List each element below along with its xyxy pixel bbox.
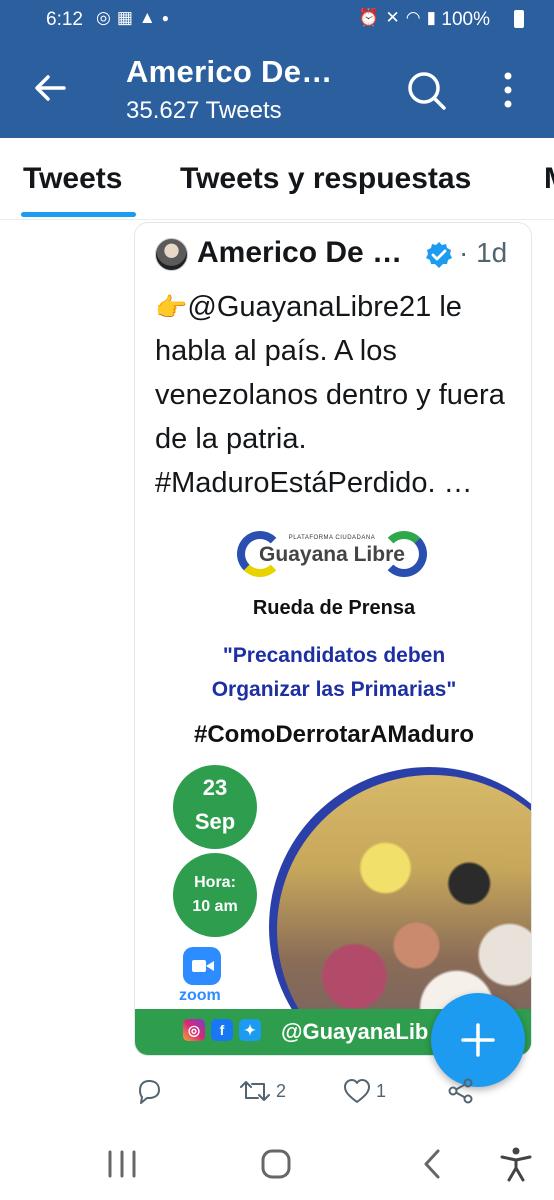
- zoom-icon: [183, 947, 221, 985]
- battery-icon: [514, 10, 524, 28]
- wifi-icon: ◠: [405, 8, 421, 27]
- whatsapp-icon: ◎: [96, 8, 111, 27]
- recent-apps-icon[interactable]: [102, 1146, 142, 1182]
- tweet-actions: 2 1: [134, 1072, 554, 1112]
- app-bar: Americo De… 35.627 Tweets: [0, 40, 554, 138]
- dot-icon: ●: [161, 11, 169, 25]
- guayana-libre-logo: PLATAFORMA CIUDADANA Guayana Libre: [237, 531, 427, 579]
- zoom-label: zoom: [179, 987, 221, 1004]
- active-tab-indicator: [21, 212, 136, 217]
- share-icon: [448, 1078, 473, 1104]
- search-icon[interactable]: [404, 68, 448, 112]
- tab-media[interactable]: M: [544, 162, 554, 196]
- tab-tweets[interactable]: Tweets: [23, 162, 122, 196]
- accessibility-icon[interactable]: [496, 1146, 536, 1182]
- heart-icon: [344, 1079, 370, 1103]
- tweet-count: 35.627 Tweets: [126, 97, 282, 124]
- media-quote-line2: Organizar las Primarias": [211, 678, 457, 701]
- battery-percent: 100%: [441, 9, 490, 30]
- plus-icon: [461, 1023, 495, 1057]
- retweet-count: 2: [276, 1080, 287, 1101]
- verified-badge-icon: [426, 242, 452, 268]
- tweet-media-image[interactable]: PLATAFORMA CIUDADANA Guayana Libre Rueda…: [135, 525, 531, 1055]
- signal-icon: ▮: [426, 8, 436, 27]
- warning-icon: ▲: [138, 8, 156, 27]
- date-day: 23: [202, 775, 228, 800]
- back-arrow-icon[interactable]: [30, 68, 70, 108]
- status-bar: 6:12 ◎ ▦ ▲ ● ⏰ ✕ ◠ ▮ 100%: [0, 0, 554, 40]
- profile-tabs: Tweets Tweets y respuestas M: [0, 138, 554, 220]
- media-quote: "Precandidatos deben Organizar las Prima…: [135, 639, 531, 707]
- status-time: 6:12: [46, 9, 83, 30]
- facebook-icon: f: [211, 1019, 233, 1041]
- date-badge: 23 Sep: [173, 765, 257, 849]
- retweet-icon: [240, 1081, 270, 1101]
- like-count: 1: [376, 1080, 387, 1101]
- status-right-icons: ⏰ ✕ ◠ ▮: [358, 8, 436, 28]
- tweet-body: @GuayanaLibre21 le habla al país. A los …: [155, 291, 505, 499]
- media-hashtag: #ComoDerrotarAMaduro: [193, 721, 475, 748]
- home-icon[interactable]: [256, 1146, 296, 1182]
- alarm-icon: ⏰: [358, 8, 380, 27]
- hour-label: Hora:: [194, 874, 236, 891]
- logo-caption: PLATAFORMA CIUDADANA: [288, 535, 376, 541]
- tweet-text: 👉@GuayanaLibre21 le habla al país. A los…: [155, 285, 525, 505]
- hour-badge: Hora: 10 am: [173, 853, 257, 937]
- tweet-card[interactable]: Americo De … · 1d 👉@GuayanaLibre21 le ha…: [134, 222, 532, 1056]
- social-icons: ◎ f ✦: [183, 1019, 261, 1041]
- media-heading: Rueda de Prensa: [252, 597, 416, 619]
- more-options-icon[interactable]: [496, 70, 520, 110]
- status-left-icons: ◎ ▦ ▲ ●: [96, 8, 169, 28]
- media-handle: @GuayanaLib: [281, 1019, 429, 1044]
- tweet-author-name[interactable]: Americo De …: [197, 236, 402, 270]
- mute-icon: ✕: [385, 8, 400, 27]
- twitter-icon: ✦: [239, 1019, 261, 1041]
- avatar[interactable]: [155, 238, 188, 271]
- media-quote-line1: "Precandidatos deben: [222, 644, 446, 667]
- image-icon: ▦: [116, 8, 133, 27]
- back-nav-icon[interactable]: [412, 1146, 452, 1182]
- reply-button[interactable]: [134, 1076, 168, 1106]
- date-month: Sep: [194, 809, 236, 834]
- pointing-hand-icon: 👉: [155, 292, 188, 322]
- system-nav-bar: [0, 1128, 554, 1200]
- hour-value: 10 am: [192, 898, 238, 915]
- tab-tweets-y-respuestas[interactable]: Tweets y respuestas: [180, 162, 471, 196]
- like-button[interactable]: 1: [342, 1076, 386, 1106]
- tweet-time: · 1d: [459, 237, 508, 268]
- retweet-button[interactable]: 2: [238, 1076, 286, 1106]
- profile-name-title: Americo De…: [126, 54, 333, 89]
- share-button[interactable]: [446, 1076, 476, 1106]
- logo-text: Guayana Libre: [259, 543, 405, 566]
- instagram-icon: ◎: [183, 1019, 205, 1041]
- reply-icon: [139, 1080, 160, 1104]
